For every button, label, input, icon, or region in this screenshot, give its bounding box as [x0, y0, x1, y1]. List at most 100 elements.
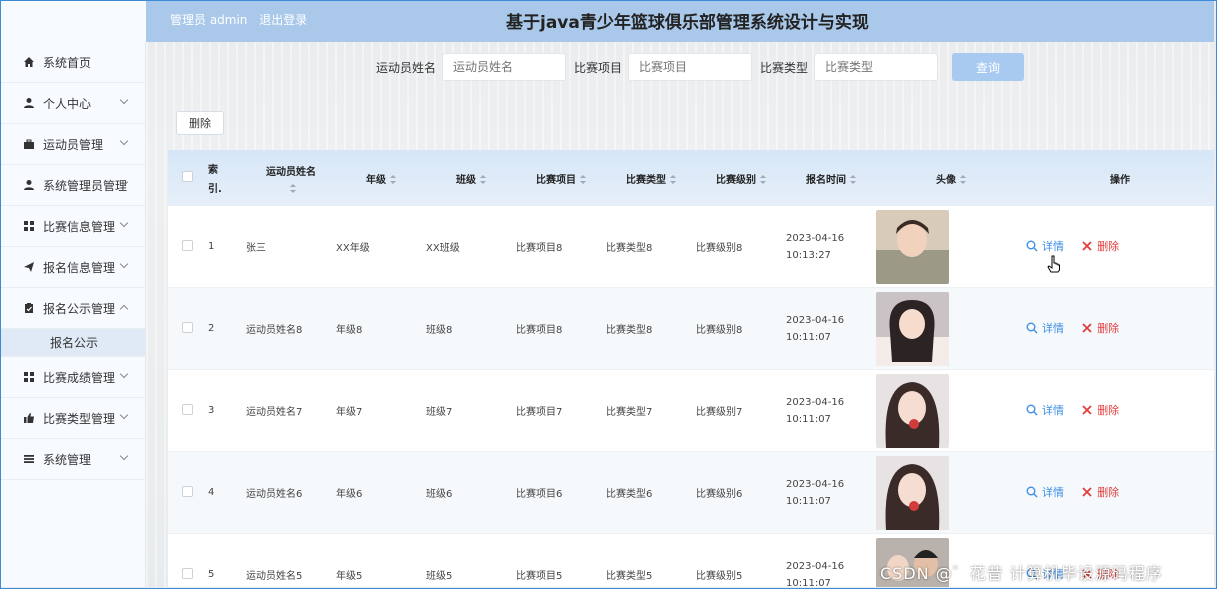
project-cell: 比赛项目8 [516, 325, 563, 336]
ops-cell: 详情 删除 [1026, 484, 1214, 501]
athlete-name-cell: 张三 [246, 243, 266, 254]
avatar-image[interactable] [876, 291, 949, 366]
detail-button[interactable]: 详情 [1026, 402, 1064, 418]
class-cell: 班级7 [426, 407, 453, 418]
grade-header[interactable]: 年级 [336, 171, 426, 186]
time-cell: 2023-04-16 10:11:07 [786, 478, 845, 507]
type-cell: 比赛类型6 [606, 489, 653, 500]
detail-button[interactable]: 详情 [1026, 484, 1064, 500]
grade-cell: 年级8 [336, 325, 363, 336]
chevron-down-icon [119, 259, 129, 269]
sidebar-item-home[interactable]: 系统首页 [0, 42, 145, 83]
sort-icon [580, 175, 586, 184]
detail-button[interactable]: 详情 [1026, 238, 1064, 254]
sidebar-item-registration-notice[interactable]: 报名公示管理 [0, 288, 145, 329]
detail-button[interactable]: 详情 [1026, 320, 1064, 336]
match-project-input[interactable] [628, 53, 753, 81]
query-button[interactable]: 查询 [952, 53, 1025, 81]
ops-header: 操作 [1110, 174, 1130, 186]
sidebar-item-match-info[interactable]: 比赛信息管理 [0, 206, 145, 247]
delete-button[interactable]: 删除 [1081, 238, 1119, 254]
project-header[interactable]: 比赛项目 [516, 171, 606, 186]
type-cell: 比赛类型8 [606, 325, 653, 336]
sidebar-item-personal[interactable]: 个人中心 [0, 83, 145, 124]
table-row: 3 运动员姓名7 年级7 班级7 比赛项目7 比赛类型7 比赛级别7 2023-… [168, 370, 1214, 452]
sort-icon [760, 175, 766, 184]
home-icon [22, 55, 36, 69]
avatar-cell [876, 209, 1026, 284]
chevron-down-icon [119, 369, 129, 379]
athlete-name-cell: 运动员姓名5 [246, 571, 303, 582]
row-checkbox[interactable] [182, 567, 193, 579]
class-cell: 班级6 [426, 489, 453, 500]
sidebar-item-label: 比赛信息管理 [43, 219, 116, 234]
avatar-image[interactable] [876, 455, 949, 530]
athlete-name-input[interactable] [442, 53, 567, 81]
sidebar-item-admins[interactable]: 系统管理员管理 [0, 165, 145, 206]
avatar-image[interactable] [876, 209, 949, 284]
thumbs-up-icon [22, 411, 36, 425]
athlete-name-label: 运动员姓名 [376, 60, 437, 75]
table-row: 4 运动员姓名6 年级6 班级6 比赛项目6 比赛类型6 比赛级别6 2023-… [168, 452, 1214, 534]
row-checkbox[interactable] [182, 239, 193, 251]
hand-cursor-icon [1047, 255, 1060, 273]
time-cell: 2023-04-16 10:13:27 [786, 232, 845, 261]
logout-link[interactable]: 退出登录 [259, 13, 307, 27]
close-icon [1082, 241, 1092, 251]
sidebar: 系统首页 个人中心 运动员管理 系统管理员管理 比赛信息管理 报名信息管理 报名… [0, 42, 146, 587]
sidebar-item-match-types[interactable]: 比赛类型管理 [0, 398, 145, 439]
class-cell: 班级5 [426, 571, 453, 582]
batch-delete-button[interactable]: 删除 [176, 111, 224, 135]
match-type-label: 比赛类型 [760, 60, 809, 75]
select-all-checkbox[interactable] [182, 171, 193, 182]
row-checkbox[interactable] [182, 403, 193, 415]
avatar-image[interactable] [876, 373, 949, 448]
chevron-down-icon [119, 451, 129, 461]
athlete-name-cell: 运动员姓名8 [246, 325, 303, 336]
match-project-label: 比赛项目 [574, 60, 623, 75]
ops-cell: 详情 删除 [1026, 238, 1214, 255]
match-type-input[interactable] [814, 53, 939, 81]
chevron-down-icon [119, 218, 129, 228]
level-cell: 比赛级别7 [696, 407, 743, 418]
time-header[interactable]: 报名时间 [786, 171, 876, 186]
top-header: 管理员 admin 退出登录 基于java青少年篮球俱乐部管理系统设计与实现 [146, 0, 1214, 42]
row-index: 5 [208, 569, 215, 580]
sidebar-item-system[interactable]: 系统管理 [0, 439, 145, 480]
project-cell: 比赛项目6 [516, 489, 563, 500]
search-icon [1026, 404, 1038, 416]
sidebar-item-registration-info[interactable]: 报名信息管理 [0, 247, 145, 288]
watermark: CSDN @゛花昔 计算机毕设源码程序 [880, 564, 1163, 583]
delete-button[interactable]: 删除 [1081, 320, 1119, 336]
ops-cell: 详情 删除 [1026, 402, 1214, 419]
grid-icon [22, 370, 36, 384]
ops-cell: 详情 删除 [1026, 320, 1214, 337]
avatar-cell [876, 373, 1026, 448]
grade-cell: 年级7 [336, 407, 363, 418]
sidebar-item-match-results[interactable]: 比赛成绩管理 [0, 357, 145, 398]
delete-button[interactable]: 删除 [1081, 402, 1119, 418]
sidebar-item-label: 系统首页 [43, 55, 92, 70]
row-checkbox[interactable] [182, 321, 193, 333]
sidebar-item-label: 系统管理 [43, 452, 92, 467]
delete-button[interactable]: 删除 [1081, 484, 1119, 500]
sidebar-item-label: 报名公示管理 [43, 301, 116, 316]
row-index: 2 [208, 323, 215, 334]
sidebar-item-athletes[interactable]: 运动员管理 [0, 124, 145, 165]
table-header: 索 引. 运动员姓名 年级 班级 比赛项目 比赛类型 比赛级别 报名时间 头像 … [168, 150, 1214, 206]
sort-icon [290, 184, 296, 193]
level-header[interactable]: 比赛级别 [696, 171, 786, 186]
sort-icon [390, 175, 396, 184]
time-cell: 2023-04-16 10:11:07 [786, 314, 845, 343]
sidebar-item-label: 比赛类型管理 [43, 411, 116, 426]
type-header[interactable]: 比赛类型 [606, 171, 696, 186]
send-icon [22, 260, 36, 274]
class-header[interactable]: 班级 [426, 171, 516, 186]
chevron-down-icon [119, 410, 129, 420]
search-icon [1026, 486, 1038, 498]
search-icon [1026, 322, 1038, 334]
row-checkbox[interactable] [182, 485, 193, 497]
sidebar-subitem-registration-notice[interactable]: 报名公示 [0, 329, 145, 357]
name-header[interactable]: 运动员姓名 [246, 163, 336, 193]
avatar-header[interactable]: 头像 [876, 171, 1026, 186]
